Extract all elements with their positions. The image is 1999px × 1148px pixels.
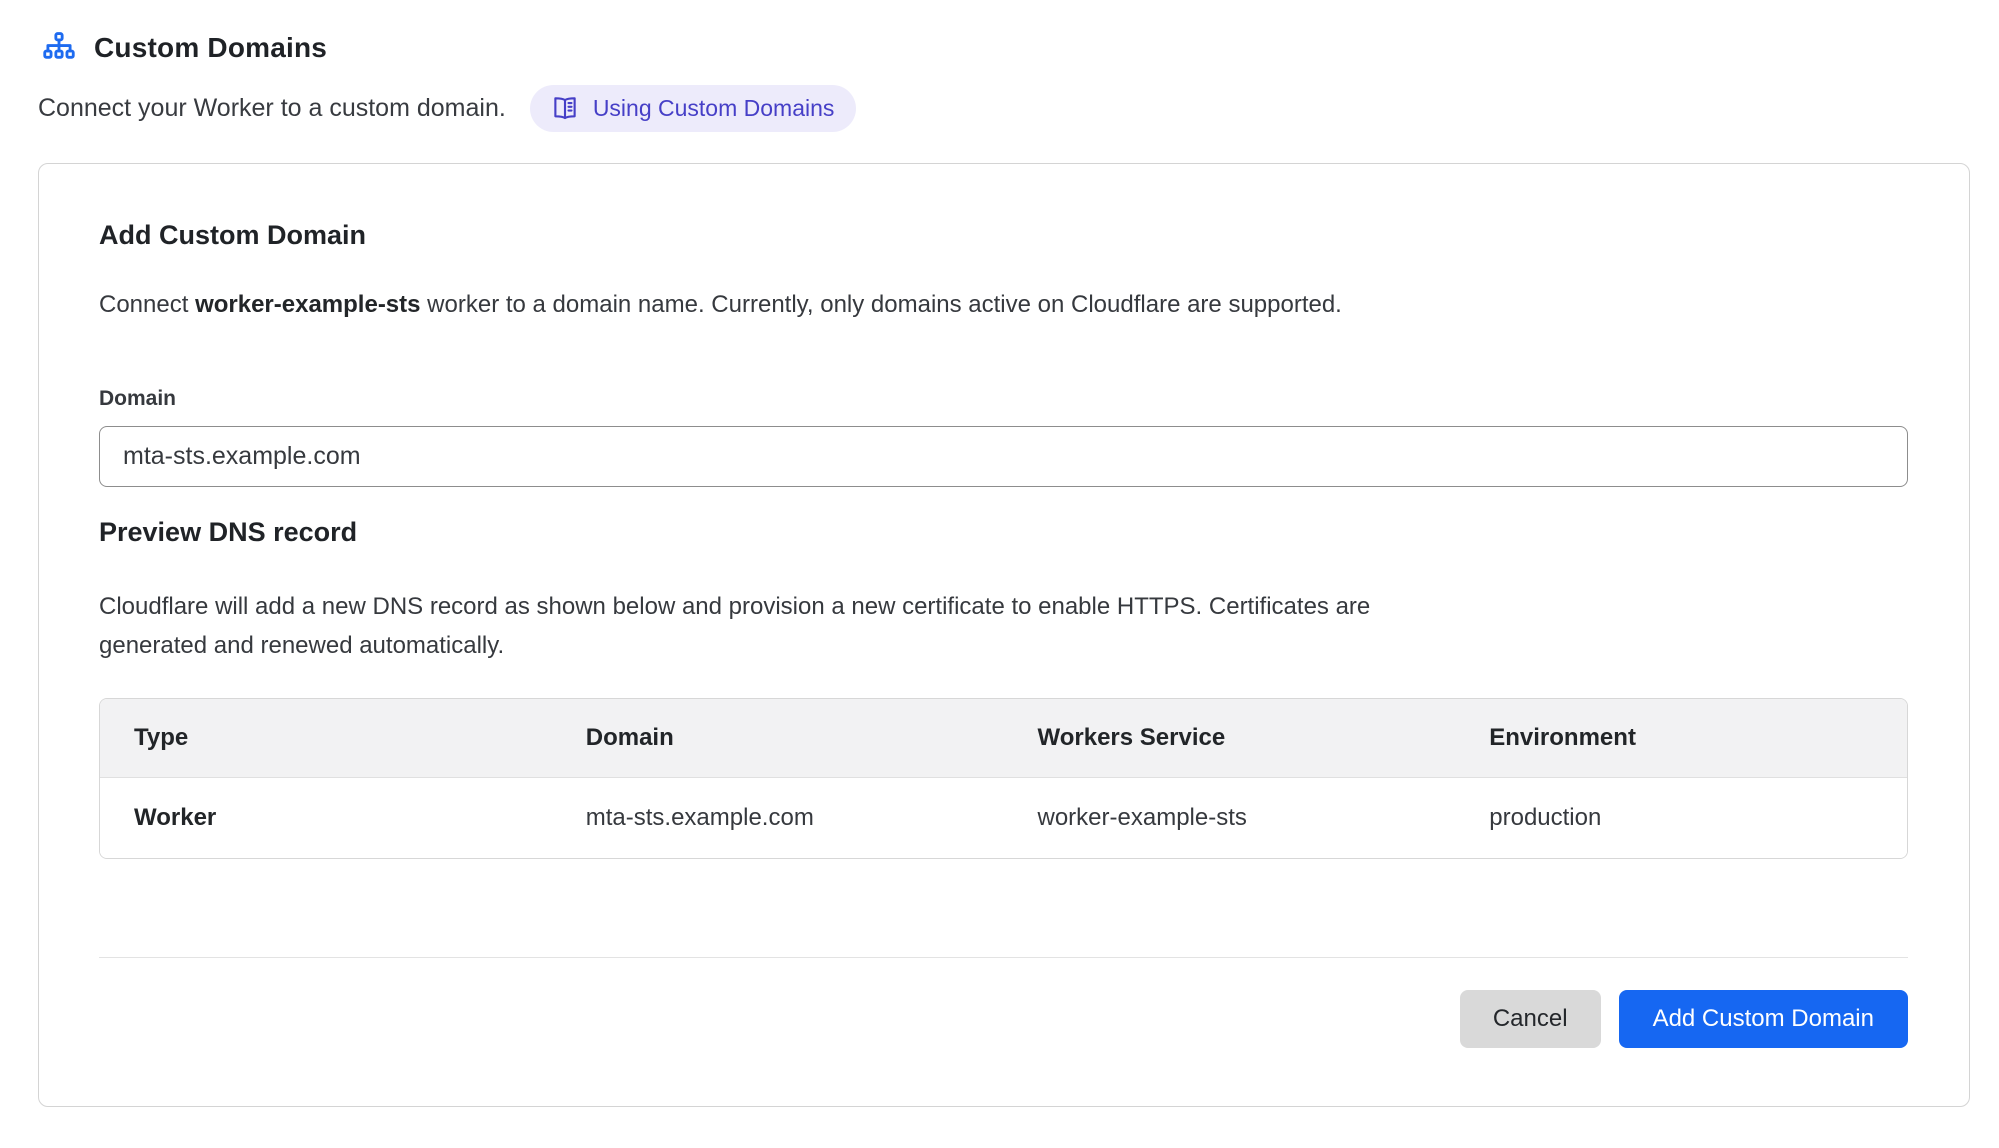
description-line-1: Cloudflare will add a new DNS record as … [99, 593, 1370, 620]
book-icon [550, 93, 580, 123]
hierarchy-icon [40, 30, 78, 66]
docs-link[interactable]: Using Custom Domains [530, 85, 857, 132]
add-custom-domain-panel: Add Custom Domain Connect worker-example… [38, 163, 1970, 1107]
column-header-environment: Environment [1455, 699, 1907, 777]
action-buttons: Cancel Add Custom Domain [99, 990, 1908, 1048]
page-subtitle-row: Connect your Worker to a custom domain. … [38, 85, 1999, 132]
page-header: Custom Domains [38, 30, 1999, 66]
intro-prefix: Connect [99, 291, 195, 318]
cancel-button[interactable]: Cancel [1460, 990, 1601, 1048]
dns-preview-table: Type Domain Workers Service Environment … [99, 698, 1908, 859]
panel-heading: Add Custom Domain [99, 220, 1908, 251]
column-header-domain: Domain [552, 699, 1004, 777]
docs-link-label: Using Custom Domains [593, 95, 835, 122]
cell-environment: production [1455, 778, 1907, 858]
intro-suffix: worker to a domain name. Currently, only… [421, 291, 1342, 318]
cell-domain: mta-sts.example.com [552, 778, 1004, 858]
cell-workers-service: worker-example-sts [1004, 778, 1456, 858]
domain-field-label: Domain [99, 387, 1908, 411]
panel-intro: Connect worker-example-sts worker to a d… [99, 291, 1908, 319]
preview-dns-heading: Preview DNS record [99, 517, 1908, 548]
preview-dns-description: Cloudflare will add a new DNS record as … [99, 587, 1908, 665]
table-row: Worker mta-sts.example.com worker-exampl… [100, 778, 1907, 858]
domain-input[interactable] [99, 426, 1908, 487]
add-custom-domain-button[interactable]: Add Custom Domain [1619, 990, 1908, 1048]
page-subtitle: Connect your Worker to a custom domain. [38, 94, 506, 123]
cell-type: Worker [100, 778, 552, 858]
column-header-type: Type [100, 699, 552, 777]
custom-domains-page: Custom Domains Connect your Worker to a … [0, 0, 1999, 1107]
page-title: Custom Domains [94, 32, 327, 64]
description-line-2: generated and renewed automatically. [99, 632, 504, 659]
table-header-row: Type Domain Workers Service Environment [100, 699, 1907, 778]
footer-divider [99, 957, 1908, 958]
column-header-workers-service: Workers Service [1004, 699, 1456, 777]
worker-name: worker-example-sts [195, 291, 420, 318]
